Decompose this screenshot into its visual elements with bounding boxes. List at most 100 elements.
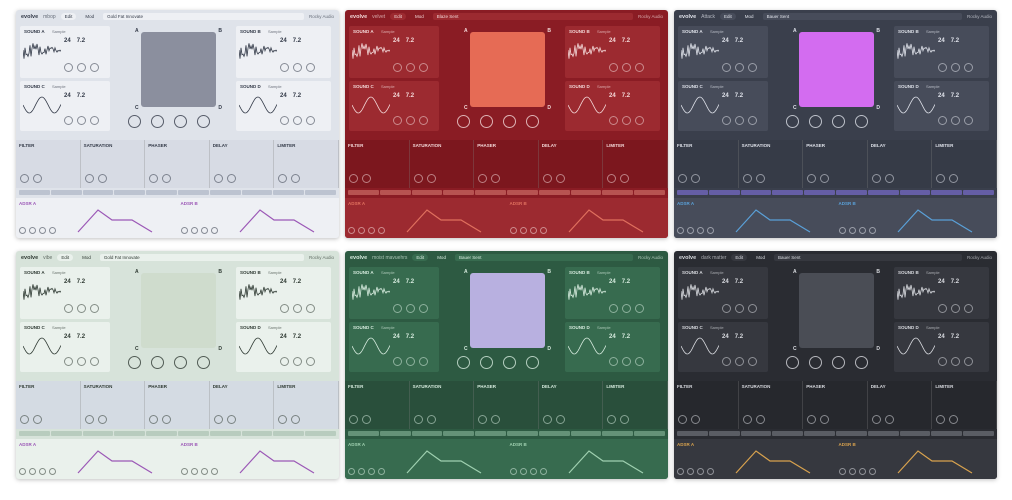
knob[interactable]: [426, 415, 436, 424]
mod-tab[interactable]: [411, 431, 443, 436]
knob[interactable]: [84, 415, 94, 424]
mod-tab[interactable]: [506, 190, 538, 195]
knob[interactable]: [20, 174, 29, 183]
mod-tab[interactable]: [273, 431, 305, 436]
mod-tab[interactable]: [241, 190, 273, 195]
knob[interactable]: [90, 116, 99, 125]
knob[interactable]: [820, 415, 830, 424]
knob[interactable]: [807, 174, 817, 183]
knob[interactable]: [722, 357, 731, 366]
xy-pad[interactable]: A B C D: [464, 28, 551, 111]
xy-pad[interactable]: A B C D: [135, 28, 222, 111]
knob[interactable]: [622, 357, 631, 366]
preset-browser[interactable]: Bauer Sent: [773, 254, 962, 261]
sample-tab[interactable]: Sample: [52, 325, 66, 330]
macro-icon[interactable]: [809, 115, 822, 128]
knob[interactable]: [529, 468, 537, 475]
mod-tab[interactable]: [50, 431, 82, 436]
knob[interactable]: [635, 116, 644, 125]
knob[interactable]: [64, 357, 73, 366]
knob[interactable]: [378, 227, 385, 234]
knob[interactable]: [491, 174, 501, 183]
knob[interactable]: [49, 468, 56, 475]
knob[interactable]: [938, 357, 947, 366]
knob[interactable]: [735, 304, 744, 313]
knob[interactable]: [884, 415, 894, 424]
macro-icon[interactable]: [174, 115, 187, 128]
knob[interactable]: [871, 174, 881, 183]
sample-tab[interactable]: Sample: [268, 325, 282, 330]
knob[interactable]: [77, 63, 86, 72]
mod-tab[interactable]: [677, 431, 708, 436]
xy-pad[interactable]: A B C D: [793, 28, 880, 111]
macro-icon[interactable]: [786, 356, 799, 369]
mod-tab[interactable]: [867, 190, 899, 195]
envelope-curve[interactable]: [76, 447, 156, 475]
knob[interactable]: [348, 227, 355, 234]
macro-icon[interactable]: [786, 115, 799, 128]
sample-tab[interactable]: Sample: [710, 29, 724, 34]
knob[interactable]: [293, 357, 302, 366]
xy-pad[interactable]: A B C D: [464, 269, 551, 352]
knob[interactable]: [49, 227, 56, 234]
mod-tab[interactable]: [348, 190, 379, 195]
mod-tab[interactable]: [305, 431, 336, 436]
macro-icon[interactable]: [128, 115, 141, 128]
knob[interactable]: [755, 174, 765, 183]
knob[interactable]: [393, 357, 402, 366]
knob[interactable]: [210, 468, 218, 475]
knob[interactable]: [519, 227, 527, 234]
knob[interactable]: [90, 63, 99, 72]
tab-edit[interactable]: Edit: [390, 13, 406, 20]
mod-tab[interactable]: [931, 431, 963, 436]
knob[interactable]: [491, 415, 501, 424]
knob[interactable]: [280, 304, 289, 313]
mod-tab[interactable]: [177, 190, 209, 195]
macro-icon[interactable]: [809, 356, 822, 369]
knob[interactable]: [542, 415, 552, 424]
mod-tab[interactable]: [209, 190, 241, 195]
mod-tab[interactable]: [835, 431, 867, 436]
knob[interactable]: [848, 468, 856, 475]
macro-icon[interactable]: [480, 356, 493, 369]
knob[interactable]: [622, 304, 631, 313]
macro-icon[interactable]: [832, 115, 845, 128]
preset-browser[interactable]: Gold Fat Innovate: [99, 254, 304, 261]
knob[interactable]: [190, 227, 198, 234]
mod-tab[interactable]: [772, 190, 804, 195]
knob[interactable]: [419, 116, 428, 125]
knob[interactable]: [39, 227, 46, 234]
preset-browser[interactable]: Bauer Sent: [762, 13, 962, 20]
mod-tab[interactable]: [804, 431, 835, 436]
knob[interactable]: [291, 415, 301, 424]
knob[interactable]: [539, 468, 547, 475]
sample-tab[interactable]: Sample: [52, 84, 66, 89]
knob[interactable]: [748, 357, 757, 366]
knob[interactable]: [90, 304, 99, 313]
knob[interactable]: [64, 63, 73, 72]
knob[interactable]: [707, 468, 714, 475]
mod-tab[interactable]: [634, 431, 665, 436]
mod-tab[interactable]: [899, 431, 931, 436]
sample-tab[interactable]: Sample: [926, 29, 940, 34]
mod-tab[interactable]: [867, 431, 899, 436]
knob[interactable]: [200, 227, 208, 234]
knob[interactable]: [529, 227, 537, 234]
mod-tab[interactable]: [804, 190, 835, 195]
tab-edit[interactable]: Edit: [731, 254, 748, 261]
knob[interactable]: [539, 227, 547, 234]
macro-icon[interactable]: [174, 356, 187, 369]
mod-tab[interactable]: [677, 190, 708, 195]
knob[interactable]: [84, 174, 94, 183]
knob[interactable]: [162, 174, 172, 183]
sample-tab[interactable]: Sample: [52, 29, 66, 34]
mod-tab[interactable]: [273, 190, 305, 195]
knob[interactable]: [848, 227, 856, 234]
knob[interactable]: [406, 116, 415, 125]
mod-tab[interactable]: [475, 190, 506, 195]
macro-icon[interactable]: [832, 356, 845, 369]
mod-tab[interactable]: [570, 431, 602, 436]
knob[interactable]: [406, 63, 415, 72]
macro-icon[interactable]: [197, 356, 210, 369]
envelope-curve[interactable]: [734, 447, 814, 475]
